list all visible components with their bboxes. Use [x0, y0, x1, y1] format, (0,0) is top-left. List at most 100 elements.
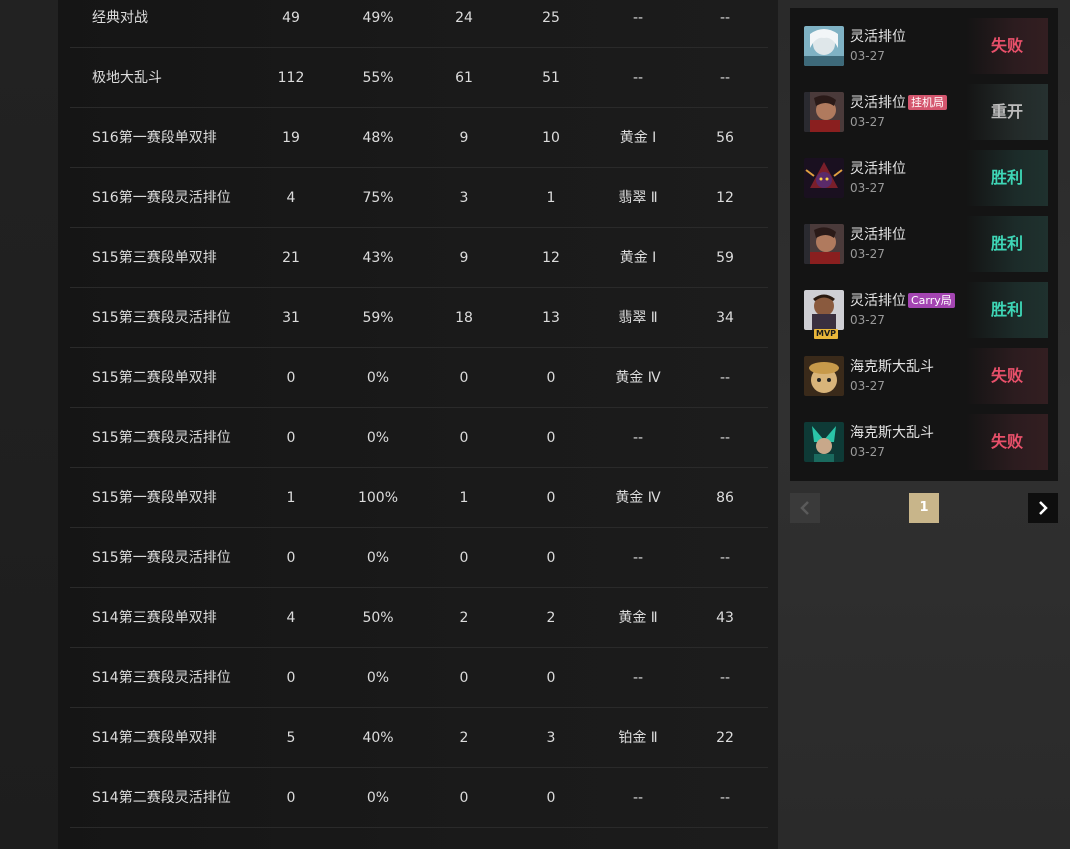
win-rate: 50% — [362, 610, 394, 626]
losses-count: 1 — [546, 190, 556, 206]
match-item[interactable]: 灵活排位 03-27 胜利 — [802, 216, 1048, 272]
games-count: 4 — [286, 610, 296, 626]
wins-count: 2 — [459, 730, 469, 746]
stats-row: S15第二赛段单双排 0 0% 0 0 黄金 Ⅳ -- — [70, 348, 768, 408]
wins-count: 39 — [434, 837, 494, 849]
stats-row: S14第三赛段单双排 4 50% 2 2 黄金 Ⅱ 43 — [70, 588, 768, 648]
wins-count: 0 — [459, 670, 469, 686]
match-item[interactable]: 灵活排位 挂机局 03-27 重开 — [802, 84, 1048, 140]
losses-count: 0 — [546, 550, 556, 566]
rank-tier: 铂金 Ⅱ — [618, 730, 658, 746]
match-date: 03-27 — [850, 445, 885, 459]
match-item[interactable]: MVP 灵活排位 Carry局 03-27 胜利 — [802, 282, 1048, 339]
match-result: 胜利 — [966, 150, 1048, 206]
rank-tier: 翡翠 Ⅱ — [618, 190, 658, 206]
match-mode-label: 海克斯大乱斗 — [850, 359, 934, 375]
mode-name: S15第一赛段灵活排位 — [92, 550, 231, 566]
champion-avatar-dark-mage — [804, 158, 844, 198]
mode-name: S14第二赛段单双排 — [92, 730, 217, 746]
rank-tier: -- — [632, 430, 644, 446]
league-points: -- — [719, 790, 731, 806]
stats-row: S14第二赛段灵活排位 0 0% 0 0 -- -- — [70, 768, 768, 828]
match-item[interactable]: 海克斯大乱斗 03-27 失败 — [802, 348, 1048, 404]
losses-count: 12 — [542, 250, 560, 266]
match-item[interactable]: 灵活排位 03-27 失败 — [802, 18, 1048, 74]
champion-avatar-jade — [804, 422, 844, 462]
match-result: 胜利 — [966, 216, 1048, 272]
match-result: 胜利 — [966, 282, 1048, 338]
games-count: 31 — [282, 310, 300, 326]
match-mode: 灵活排位 — [850, 158, 906, 178]
games-count: 0 — [286, 370, 296, 386]
games-count: 0 — [286, 790, 296, 806]
league-points: -- — [719, 430, 731, 446]
pagination-next-button[interactable] — [1028, 493, 1058, 523]
stats-row: S16第一赛段灵活排位 4 75% 3 1 翡翠 Ⅱ 12 — [70, 168, 768, 228]
stats-row: S14第二赛段单双排 5 40% 2 3 铂金 Ⅱ 22 — [70, 708, 768, 768]
league-points: 34 — [716, 310, 734, 326]
champion-avatar-monk — [804, 290, 844, 330]
rank-tier: -- — [632, 70, 644, 86]
match-mode-label: 灵活排位 — [850, 161, 906, 177]
rank-tier: 翡翠 Ⅱ — [618, 310, 658, 326]
rank-tier: -- — [632, 670, 644, 686]
losses-count: 2 — [546, 610, 556, 626]
stats-row: S15第三赛段灵活排位 31 59% 18 13 翡翠 Ⅱ 34 — [70, 288, 768, 348]
games-count: 21 — [282, 250, 300, 266]
wins-count: 61 — [455, 70, 473, 86]
wins-count: 24 — [455, 10, 473, 26]
league-points: -- — [719, 70, 731, 86]
games-count: 0 — [286, 550, 296, 566]
games-count: 0 — [286, 430, 296, 446]
win-rate: 59% — [362, 310, 394, 326]
mode-name: S14第一赛段单双排 — [92, 837, 217, 849]
wins-count: 0 — [459, 430, 469, 446]
losses-count: 41 — [521, 837, 581, 849]
mode-name: S15第二赛段单双排 — [92, 370, 217, 386]
stats-row: S16第一赛段单双排 19 48% 9 10 黄金 Ⅰ 56 — [70, 108, 768, 168]
games-count: 4 — [286, 190, 296, 206]
match-mode-label: 灵活排位 — [850, 95, 906, 111]
match-result: 失败 — [966, 414, 1048, 470]
league-points: 86 — [716, 490, 734, 506]
match-history-panel: 灵活排位 03-27 失败 灵活排位 挂机局 03-27 重开 灵活排位 03-27 胜利 灵活排位… — [790, 8, 1058, 481]
match-mode: 海克斯大乱斗 — [850, 422, 934, 442]
match-date: 03-27 — [850, 115, 885, 129]
mode-name: S15第二赛段灵活排位 — [92, 430, 231, 446]
mode-name: 经典对战 — [92, 10, 148, 26]
match-item[interactable]: 海克斯大乱斗 03-27 失败 — [802, 414, 1048, 470]
win-rate: 40% — [362, 730, 394, 746]
rank-tier: -- — [632, 550, 644, 566]
match-mode: 灵活排位 — [850, 224, 906, 244]
losses-count: 0 — [546, 490, 556, 506]
games-count: 1 — [286, 490, 296, 506]
league-points: 22 — [716, 730, 734, 746]
pagination-page-1[interactable]: 1 — [909, 493, 939, 523]
match-mode: 灵活排位 — [850, 26, 906, 46]
rank-tier: -- — [632, 10, 644, 26]
mode-name: S14第三赛段单双排 — [92, 610, 217, 626]
match-date: 03-27 — [850, 181, 885, 195]
wins-count: 0 — [459, 550, 469, 566]
games-count: 0 — [286, 670, 296, 686]
league-points: -- — [719, 670, 731, 686]
league-points: 56 — [716, 130, 734, 146]
mode-name: S15第三赛段单双排 — [92, 250, 217, 266]
win-rate: 0% — [366, 790, 390, 806]
wins-count: 0 — [459, 790, 469, 806]
match-item[interactable]: 灵活排位 03-27 胜利 — [802, 150, 1048, 206]
wins-count: 2 — [459, 610, 469, 626]
match-result: 重开 — [966, 84, 1048, 140]
losses-count: 0 — [546, 370, 556, 386]
rank-tier: 黄金 Ⅰ — [619, 250, 657, 266]
wins-count: 18 — [455, 310, 473, 326]
match-mode: 海克斯大乱斗 — [850, 356, 934, 376]
stats-row: 经典对战 49 49% 24 25 -- -- — [70, 0, 768, 48]
stats-row: 极地大乱斗 112 55% 61 51 -- -- — [70, 48, 768, 108]
match-result: 失败 — [966, 348, 1048, 404]
wins-count: 3 — [459, 190, 469, 206]
games-count: 112 — [277, 70, 305, 86]
match-mode-label: 海克斯大乱斗 — [850, 425, 934, 441]
pagination-prev-button[interactable] — [790, 493, 820, 523]
win-rate: 75% — [362, 190, 394, 206]
